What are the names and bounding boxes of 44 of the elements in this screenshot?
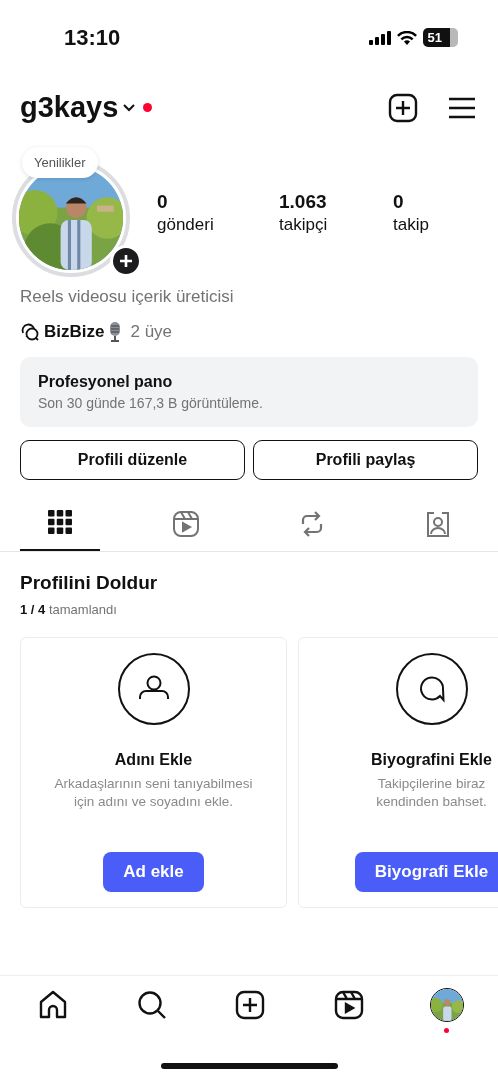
stat-value[interactable]: 1.063 — [279, 191, 393, 213]
username[interactable]: g3kays — [20, 91, 119, 124]
stat-label[interactable]: takipçi — [279, 215, 393, 235]
section-title: Profilini Doldur — [20, 572, 159, 594]
add-icon[interactable] — [388, 92, 418, 123]
tagged-person-icon — [424, 510, 452, 538]
profile-button[interactable]: Profili düzenle — [20, 440, 245, 480]
channel-name[interactable]: BizBize — [44, 322, 105, 342]
person-icon — [117, 653, 190, 725]
note-bubble[interactable]: Yenilikler — [22, 147, 98, 178]
card-button[interactable]: Biyografi Ekle — [354, 852, 498, 892]
battery-level: 51 — [422, 28, 458, 47]
stat-label[interactable]: gönderi — [157, 215, 279, 235]
stat-value[interactable]: 0 — [157, 191, 279, 213]
stat-label[interactable]: takip — [393, 215, 498, 235]
dashboard-title: Profesyonel pano — [38, 373, 174, 391]
speech-bubble-icon — [395, 653, 468, 725]
repost-icon — [299, 510, 325, 538]
signal-icon — [368, 30, 391, 45]
stat-value[interactable]: 0 — [393, 191, 498, 213]
wifi-icon — [396, 30, 417, 45]
add-icon[interactable] — [235, 990, 265, 1020]
card-title: Biyografini Ekle — [371, 751, 492, 769]
reels-icon — [172, 510, 200, 538]
home-icon[interactable] — [38, 990, 68, 1020]
chat-bubbles-icon — [20, 323, 40, 341]
card-description: Arkadaşlarının seni tanıyabilmesi için adını ve soyadını ekle. — [54, 775, 253, 811]
grid-icon — [48, 510, 72, 534]
menu-icon[interactable] — [448, 96, 476, 119]
bio-text: Reels videosu içerik üreticisi — [19, 286, 235, 307]
card-button[interactable]: Ad ekle — [103, 852, 204, 892]
chevron-down-icon[interactable] — [122, 102, 137, 113]
card-title: Adını Ekle — [114, 751, 193, 769]
profile-button[interactable]: Profili paylaş — [253, 440, 478, 480]
card-description: Takipçilerine biraz kendinden bahset. — [376, 775, 487, 811]
progress-text: 1 / 4 tamamlandı — [20, 602, 118, 617]
reels-icon[interactable] — [333, 990, 364, 1020]
search-icon[interactable] — [136, 990, 167, 1020]
dashboard-card[interactable]: Profesyonel pano Son 30 günde 167,3 B görüntüleme. — [20, 357, 478, 427]
microphone-icon — [108, 321, 123, 343]
dashboard-subtitle: Son 30 günde 167,3 B görüntüleme. — [38, 395, 264, 411]
status-time: 13:10 — [64, 24, 121, 51]
member-count: 2 üye — [130, 322, 173, 342]
add-story-icon[interactable] — [110, 245, 142, 277]
